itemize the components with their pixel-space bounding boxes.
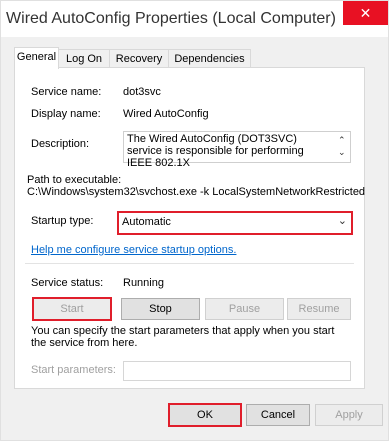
cancel-button[interactable]: Cancel: [246, 404, 310, 426]
path-value: C:\Windows\system32\svchost.exe -k Local…: [27, 186, 366, 198]
display-name-label: Display name:: [31, 108, 101, 120]
tab-dependencies[interactable]: Dependencies: [168, 49, 251, 68]
pause-button[interactable]: Pause: [205, 298, 284, 320]
description-scrollbar[interactable]: ⌃ ⌄: [334, 132, 350, 162]
tab-recovery[interactable]: Recovery: [109, 49, 169, 68]
ok-button[interactable]: OK: [168, 403, 242, 427]
path-label: Path to executable:: [27, 174, 122, 186]
close-icon: ✕: [359, 5, 372, 21]
divider: [25, 263, 354, 264]
description-label: Description:: [31, 138, 90, 150]
service-status-label: Service status:: [31, 277, 104, 289]
tab-log-on[interactable]: Log On: [58, 49, 110, 68]
startup-type-label: Startup type:: [31, 215, 94, 227]
scroll-up-icon[interactable]: ⌃: [338, 135, 346, 146]
description-text: The Wired AutoConfig (DOT3SVC) service i…: [127, 133, 304, 169]
startup-type-value: Automatic: [122, 216, 171, 228]
stop-button[interactable]: Stop: [121, 298, 200, 320]
start-parameters-input[interactable]: [123, 361, 351, 381]
start-parameters-label: Start parameters:: [31, 364, 116, 376]
display-name-value: Wired AutoConfig: [123, 108, 209, 120]
service-name-label: Service name:: [31, 86, 102, 98]
close-button[interactable]: ✕: [343, 1, 388, 25]
resume-button[interactable]: Resume: [287, 298, 351, 320]
service-name-value: dot3svc: [123, 86, 161, 98]
general-tab-panel: Service name: dot3svc Display name: Wire…: [14, 67, 365, 389]
tab-general[interactable]: General: [14, 47, 59, 69]
chevron-down-icon: ⌄: [337, 215, 347, 227]
window-title: Wired AutoConfig Properties (Local Compu…: [6, 10, 336, 27]
description-box[interactable]: The Wired AutoConfig (DOT3SVC) service i…: [123, 131, 351, 169]
title-bar[interactable]: Wired AutoConfig Properties (Local Compu…: [1, 1, 388, 37]
scroll-down-icon[interactable]: ⌄: [338, 147, 346, 158]
help-configure-link[interactable]: Help me configure service startup option…: [31, 244, 236, 256]
apply-button[interactable]: Apply: [315, 404, 383, 426]
start-button[interactable]: Start: [32, 297, 112, 321]
service-properties-dialog: Wired AutoConfig Properties (Local Compu…: [0, 0, 389, 441]
startup-type-select[interactable]: Automatic ⌄: [117, 211, 353, 235]
start-params-note: You can specify the start parameters tha…: [31, 325, 335, 349]
service-status-value: Running: [123, 277, 164, 289]
